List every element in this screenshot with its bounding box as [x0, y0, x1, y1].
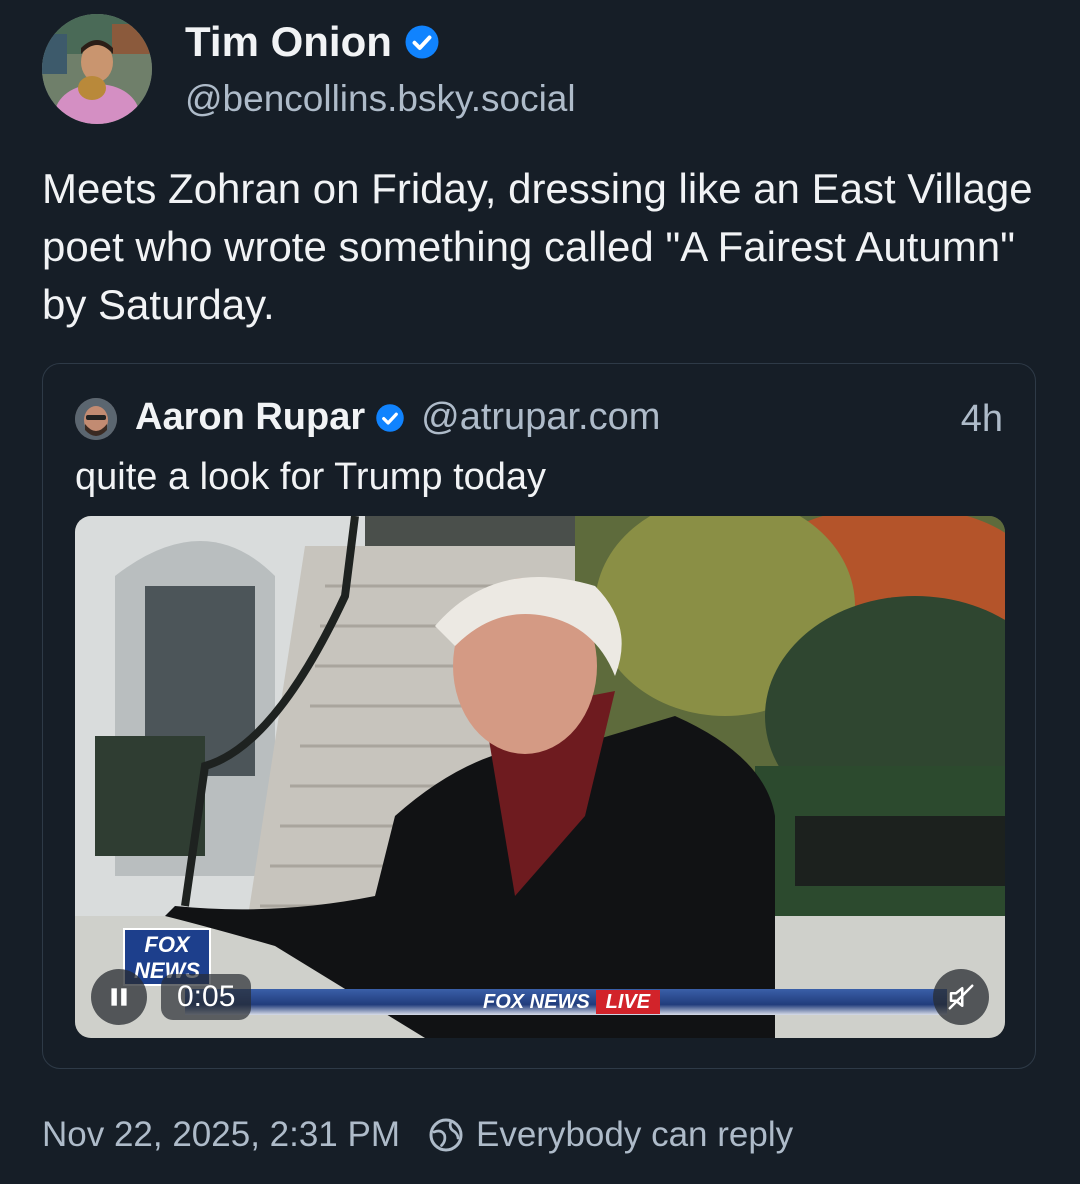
quoted-post-card[interactable]: Aaron Rupar @atrupar.com 4h quite a look… [42, 363, 1036, 1069]
author-name-row[interactable]: Tim Onion [185, 18, 440, 66]
reply-setting[interactable]: Everybody can reply [476, 1115, 793, 1155]
verified-badge-icon [376, 403, 404, 432]
pause-button[interactable] [91, 969, 147, 1025]
mute-button[interactable] [933, 969, 989, 1025]
author-avatar[interactable] [42, 14, 152, 124]
verified-badge-icon [405, 25, 439, 59]
ticker-label: FOX NEWS LIVE [483, 990, 661, 1014]
quote-author-handle[interactable]: @atrupar.com [421, 396, 660, 439]
post-footer: Nov 22, 2025, 2:31 PM Everybody can repl… [42, 1115, 793, 1155]
quote-text: quite a look for Trump today [75, 456, 547, 498]
quote-author-avatar[interactable] [75, 398, 117, 440]
mute-icon [948, 984, 974, 1010]
pause-icon [111, 988, 127, 1006]
quote-timestamp[interactable]: 4h [961, 398, 1003, 441]
ticker-channel: FOX NEWS [483, 990, 590, 1013]
video-time-label: 0:05 [161, 974, 252, 1020]
author-handle[interactable]: @bencollins.bsky.social [185, 78, 576, 120]
post-text: Meets Zohran on Friday, dressing like an… [42, 165, 1033, 328]
quote-header[interactable]: Aaron Rupar @atrupar.com [135, 396, 660, 439]
video-frame [75, 516, 1005, 1038]
globe-icon [429, 1118, 463, 1152]
video-player[interactable]: FOX NEWS LIVE FOX NEWS 0:05 [75, 516, 1005, 1038]
author-name[interactable]: Tim Onion [185, 18, 392, 66]
post-timestamp: Nov 22, 2025, 2:31 PM [42, 1115, 400, 1154]
live-tag: LIVE [595, 990, 661, 1014]
quote-author-name[interactable]: Aaron Rupar [135, 396, 365, 439]
